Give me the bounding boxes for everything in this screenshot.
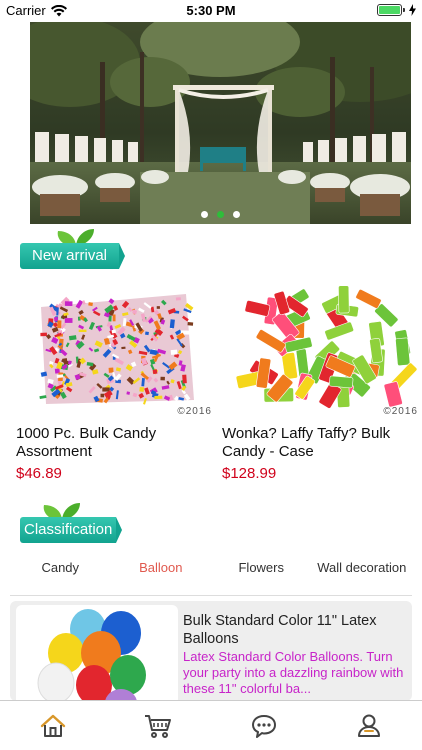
profile-icon [358,714,381,737]
pagination-dot[interactable] [233,211,240,218]
status-bar: Carrier 5:30 PM [0,0,422,22]
item-title[interactable]: Bulk Standard Color 11" Latex Balloons [183,612,408,648]
product-image[interactable]: ©2016 [222,282,422,417]
classification-tag: Classification [20,503,130,543]
product-grid: ©2016 1000 Pc. Bulk Candy Assortment $46… [0,282,422,492]
tab-profile[interactable] [317,701,422,750]
product-image[interactable]: ©2016 [16,282,216,417]
tab-balloon[interactable]: Balloon [111,556,212,595]
candy-assortment-image [39,294,194,405]
product-price: $128.99 [222,465,277,482]
laffy-taffy-image [235,285,418,409]
banner-image [30,22,411,224]
product-name[interactable]: 1000 Pc. Bulk Candy Assortment [16,425,216,461]
pagination-dot[interactable] [201,211,208,218]
tab-chat[interactable] [211,701,317,750]
classification-label: Classification [20,517,123,543]
home-icon [40,714,65,737]
charging-bolt-icon [409,4,416,16]
tab-wall-decoration[interactable]: Wall decoration [312,556,413,595]
status-right [377,4,416,16]
tab-flowers[interactable]: Flowers [211,556,312,595]
tab-candy[interactable]: Candy [10,556,111,595]
product-name[interactable]: Wonka? Laffy Taffy? Bulk Candy - Case [222,425,422,461]
new-arrival-tag: New arrival [20,229,130,269]
chat-icon [251,714,276,738]
pagination-dot-active[interactable] [217,211,224,218]
battery-icon [377,4,405,16]
hero-banner[interactable] [30,22,411,224]
tab-home[interactable] [0,701,106,750]
classification-tabs: Candy Balloon Flowers Wall decoration [10,556,412,596]
cart-icon [145,714,172,738]
banner-pagination [30,211,411,218]
tab-cart[interactable] [106,701,212,750]
balloons-image [37,609,146,701]
item-card[interactable]: Bulk Standard Color 11" Latex Balloons L… [10,601,412,701]
item-description: Latex Standard Color Balloons. Turn your… [183,649,404,696]
status-time: 5:30 PM [186,3,236,18]
copyright-text: ©2016 [177,406,212,417]
new-arrival-label: New arrival [20,243,126,269]
product-card[interactable]: ©2016 Wonka? Laffy Taffy? Bulk Candy - C… [222,282,422,482]
bottom-tab-bar [0,700,422,750]
product-price: $46.89 [16,465,62,482]
product-card[interactable]: ©2016 1000 Pc. Bulk Candy Assortment $46… [16,282,216,482]
copyright-text: ©2016 [383,406,418,417]
item-thumbnail[interactable] [16,605,178,701]
